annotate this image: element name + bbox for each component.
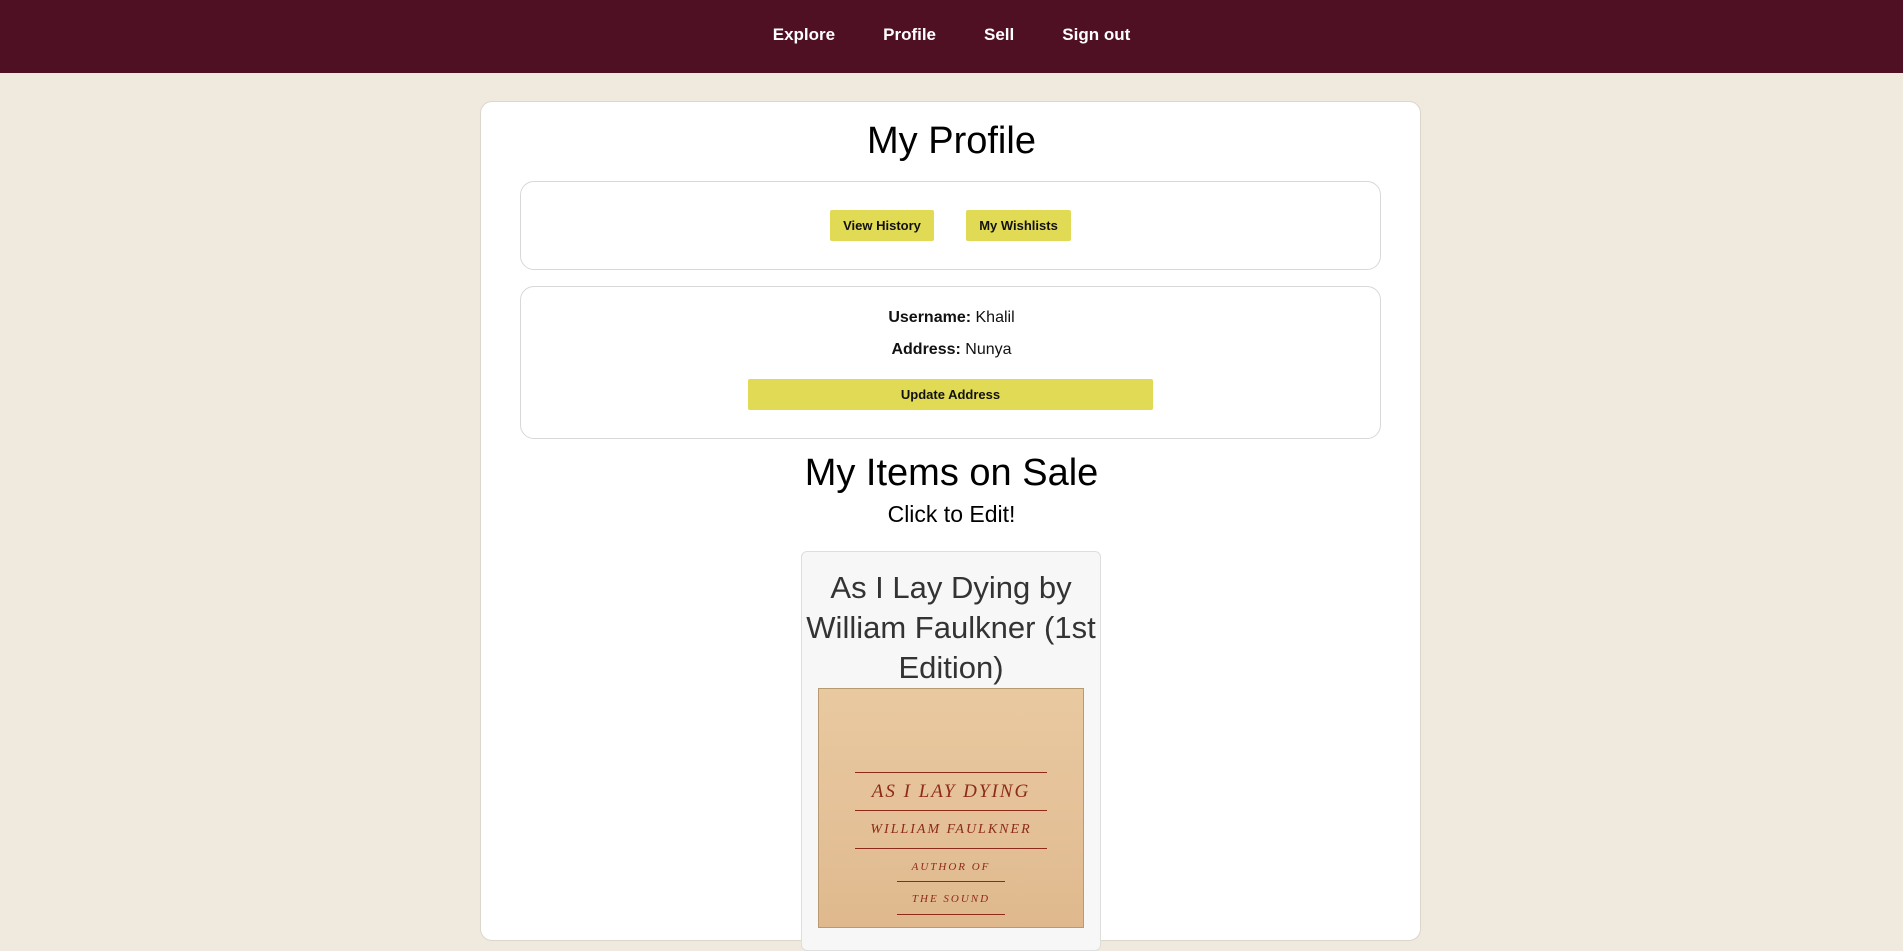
- nav-sell-link[interactable]: Sell: [984, 25, 1014, 45]
- page-title: My Profile: [867, 120, 1036, 162]
- username-value: Khalil: [975, 309, 1015, 326]
- nav-profile-link[interactable]: Profile: [883, 25, 936, 45]
- cover-rule: [855, 772, 1047, 773]
- cover-author: WILLIAM FAULKNER: [870, 822, 1032, 837]
- my-wishlists-button[interactable]: My Wishlists: [966, 210, 1071, 241]
- cover-rule: [855, 810, 1047, 811]
- username-label: Username:: [888, 309, 972, 326]
- address-label: Address:: [891, 341, 961, 358]
- click-to-edit-subtitle: Click to Edit!: [887, 501, 1016, 527]
- cover-rule: [897, 914, 1005, 915]
- view-history-button[interactable]: View History: [830, 210, 934, 241]
- cover-line-the-sound: THE SOUND: [911, 893, 991, 905]
- cover-rule: [855, 848, 1047, 849]
- sale-item-title[interactable]: As I Lay Dying by William Faulkner (1st …: [801, 568, 1101, 688]
- book-cover-image[interactable]: AS I LAY DYING WILLIAM FAULKNER AUTHOR O…: [818, 688, 1084, 928]
- cover-line-author-of: AUTHOR OF: [911, 861, 991, 873]
- username-row: Username: Khalil: [0, 309, 1903, 327]
- items-on-sale-title: My Items on Sale: [804, 452, 1099, 494]
- address-row: Address: Nunya: [0, 341, 1903, 359]
- cover-rule: [897, 881, 1005, 882]
- update-address-button[interactable]: Update Address: [748, 379, 1153, 410]
- address-value: Nunya: [965, 341, 1012, 358]
- nav-explore-link[interactable]: Explore: [773, 25, 835, 45]
- top-navigation: Explore Profile Sell Sign out: [0, 0, 1903, 73]
- cover-title: AS I LAY DYING: [871, 781, 1031, 802]
- profile-actions-panel: [520, 181, 1381, 270]
- nav-sign-out-link[interactable]: Sign out: [1062, 25, 1130, 45]
